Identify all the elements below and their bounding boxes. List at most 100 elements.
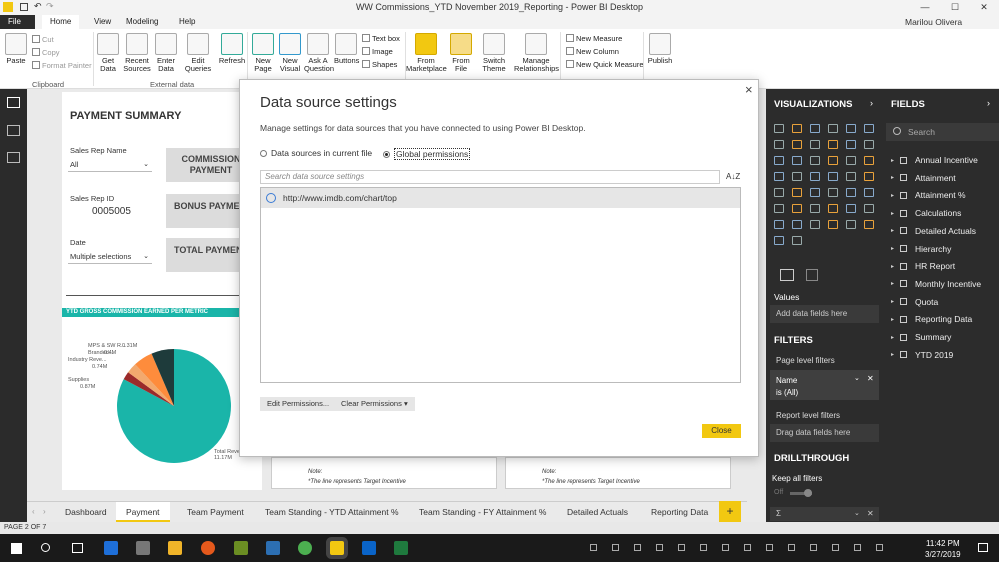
tray-icon[interactable]	[656, 544, 663, 551]
visual-type-icon[interactable]	[828, 204, 838, 213]
page-tab-4[interactable]: Team Standing - YTD Attainment %	[255, 502, 409, 522]
chevron-right-icon[interactable]: ›	[987, 98, 990, 108]
data-source-item[interactable]: http://www.imdb.com/chart/top	[261, 188, 740, 208]
page-tab-6[interactable]: Detailed Actuals	[557, 502, 638, 522]
visual-type-icon[interactable]	[828, 124, 838, 133]
field-table-item[interactable]: ▸ Annual Incentive	[891, 155, 978, 165]
outlook-icon[interactable]	[362, 541, 376, 555]
tab-view[interactable]: View	[86, 15, 119, 29]
visual-type-icon[interactable]	[810, 124, 820, 133]
field-table-item[interactable]: ▸ Detailed Actuals	[891, 226, 976, 236]
clock-date[interactable]: 3/27/2019	[925, 550, 961, 559]
format-tab[interactable]	[806, 269, 818, 281]
tray-icon[interactable]	[678, 544, 685, 551]
field-table-item[interactable]: ▸ YTD 2019	[891, 350, 953, 360]
start-icon[interactable]	[11, 543, 22, 554]
field-table-item[interactable]: ▸ Hierarchy	[891, 244, 951, 254]
task-view-icon[interactable]	[72, 543, 83, 553]
visual-type-icon[interactable]	[774, 140, 784, 149]
close-icon[interactable]: ×	[745, 82, 753, 97]
tab-modeling[interactable]: Modeling	[118, 15, 166, 29]
sort-icon[interactable]: A↓Z	[726, 170, 740, 184]
page-tab-1[interactable]: Dashboard	[55, 502, 117, 522]
new-page-button[interactable]: New Page	[250, 33, 276, 73]
visual-type-icon[interactable]	[792, 204, 802, 213]
field-table-item[interactable]: ▸ Monthly Incentive	[891, 279, 981, 289]
shapes-button[interactable]: Shapes	[362, 60, 397, 69]
sales-rep-name-select[interactable]: All ⌄	[68, 158, 152, 172]
cut-button[interactable]: Cut	[32, 35, 54, 44]
visual-type-icon[interactable]	[792, 188, 802, 197]
new-measure-button[interactable]: New Measure	[566, 34, 622, 43]
tray-icon[interactable]	[854, 544, 861, 551]
visual-type-icon[interactable]	[774, 220, 784, 229]
visual-type-icon[interactable]	[828, 156, 838, 165]
ask-question-button[interactable]: Ask A Question	[304, 33, 334, 73]
notifications-icon[interactable]	[978, 543, 988, 552]
tray-icon[interactable]	[744, 544, 751, 551]
visual-type-icon[interactable]	[774, 124, 784, 133]
field-table-item[interactable]: ▸ Attainment	[891, 173, 956, 183]
format-painter-button[interactable]: Format Painter	[32, 61, 92, 70]
new-quick-measure-button[interactable]: New Quick Measure	[566, 60, 644, 69]
tray-icon[interactable]	[722, 544, 729, 551]
from-marketplace-button[interactable]: From Marketplace	[406, 33, 447, 73]
add-page-button[interactable]: +	[719, 501, 741, 522]
prev-page-icon[interactable]: ‹	[32, 507, 35, 516]
tray-icon[interactable]	[788, 544, 795, 551]
clear-permissions-button[interactable]: Clear Permissions ▾	[334, 397, 415, 411]
radio-current-file[interactable]: Data sources in current file	[260, 148, 372, 158]
fields-well-tab[interactable]	[780, 269, 794, 281]
new-column-button[interactable]: New Column	[566, 47, 619, 56]
chrome-icon[interactable]	[298, 541, 312, 555]
tray-icon[interactable]	[590, 544, 597, 551]
visual-type-icon[interactable]	[864, 188, 874, 197]
text-box-button[interactable]: Text box	[362, 34, 400, 43]
keep-filters-toggle[interactable]	[790, 489, 812, 497]
paste-button[interactable]: Paste	[4, 33, 28, 65]
visual-type-icon[interactable]	[810, 188, 820, 197]
visual-type-icon[interactable]	[774, 204, 784, 213]
model-view-icon[interactable]	[7, 152, 20, 163]
visual-type-icon[interactable]	[792, 124, 802, 133]
data-view-icon[interactable]	[7, 125, 20, 136]
visual-type-icon[interactable]	[792, 220, 802, 229]
page-tab-3[interactable]: Team Payment	[177, 502, 254, 522]
drillthrough-well[interactable]: Σ ⌄ ✕	[770, 507, 879, 521]
visual-type-icon[interactable]	[846, 172, 856, 181]
drag-data-fields-drop[interactable]: Drag data fields here	[770, 424, 879, 442]
buttons-button[interactable]: Buttons	[334, 33, 359, 65]
radio-global-permissions[interactable]: Global permissions	[383, 148, 471, 160]
next-page-icon[interactable]: ›	[43, 507, 46, 516]
visual-type-icon[interactable]	[774, 156, 784, 165]
tray-icon[interactable]	[612, 544, 619, 551]
page-tab-7[interactable]: Reporting Data	[641, 502, 718, 522]
file-explorer-icon[interactable]	[168, 541, 182, 555]
chevron-down-icon[interactable]: ⌄	[854, 373, 860, 385]
visual-type-icon[interactable]	[774, 236, 784, 245]
visual-type-icon[interactable]	[810, 172, 820, 181]
field-table-item[interactable]: ▸ HR Report	[891, 261, 955, 271]
tray-icon[interactable]	[810, 544, 817, 551]
visual-type-icon[interactable]	[846, 204, 856, 213]
excel-icon[interactable]	[394, 541, 408, 555]
visual-type-icon[interactable]	[774, 172, 784, 181]
manage-relationships-button[interactable]: Manage Relationships	[514, 33, 559, 73]
visual-type-icon[interactable]	[828, 140, 838, 149]
page-tab-5[interactable]: Team Standing - FY Attainment %	[409, 502, 556, 522]
tab-home[interactable]: Home	[42, 15, 80, 29]
app-icon-2[interactable]	[266, 541, 280, 555]
field-table-item[interactable]: ▸ Reporting Data	[891, 314, 972, 324]
report-view-icon[interactable]	[7, 97, 20, 108]
visual-type-icon[interactable]	[810, 140, 820, 149]
pie-chart[interactable]: MPS & SW R...0.31MBranded...0.4MIndustry…	[62, 318, 262, 488]
tray-icon[interactable]	[634, 544, 641, 551]
recent-sources-button[interactable]: Recent Sources	[122, 33, 152, 73]
tray-icon[interactable]	[876, 544, 883, 551]
fields-search-input[interactable]: Search	[886, 123, 999, 141]
maximize-button[interactable]: ☐	[940, 0, 970, 15]
tab-help[interactable]: Help	[171, 15, 203, 29]
visual-type-icon[interactable]	[792, 140, 802, 149]
edit-queries-button[interactable]: Edit Queries	[182, 33, 214, 73]
visual-type-icon[interactable]	[792, 172, 802, 181]
